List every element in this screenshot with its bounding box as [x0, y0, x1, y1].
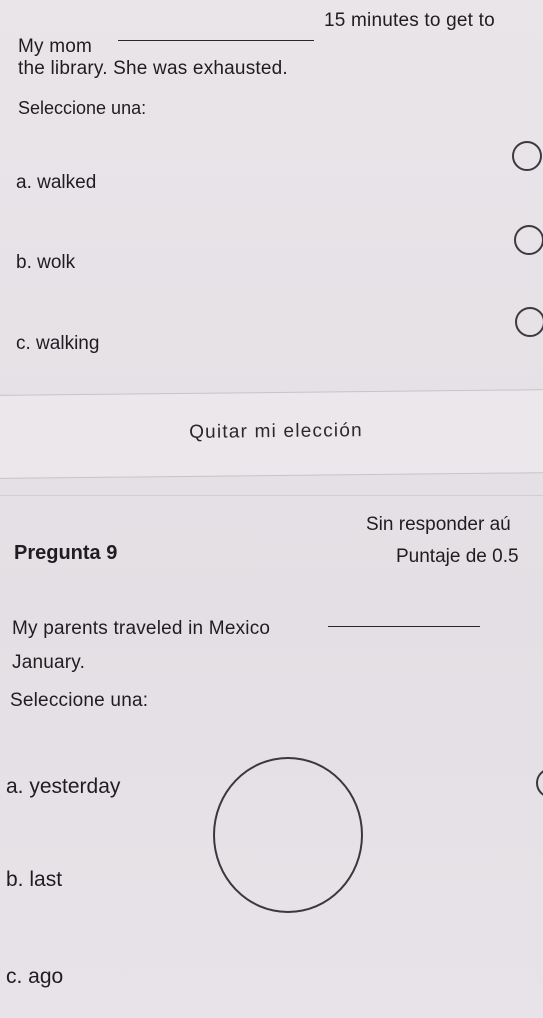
answer-option-label: c. walking — [16, 333, 100, 354]
question-9-text-start: My parents traveled in Mexico — [12, 618, 271, 639]
question-score: Puntaje de 0.5 — [396, 546, 519, 567]
question-title: Pregunta 9 — [14, 542, 118, 564]
answer-option-label: b. last — [6, 868, 63, 891]
question-9-text-line2: January. — [12, 652, 86, 673]
question-9-blank — [328, 626, 480, 627]
answer-option-label: c. ago — [6, 965, 64, 988]
question-8-blank — [118, 40, 314, 41]
question-8-text-after-blank: 15 minutes to get to — [324, 10, 495, 31]
radio-button-c[interactable] — [515, 307, 543, 337]
radio-button-a[interactable] — [512, 141, 542, 171]
answer-option-label: b. wolk — [16, 252, 76, 273]
clear-choice-button[interactable]: Quitar mi elección — [0, 389, 543, 479]
radio-button-b[interactable] — [514, 225, 543, 255]
radio-button-b[interactable] — [213, 757, 363, 913]
question-status: Sin responder aú — [366, 514, 511, 535]
question-8-text-line2: the library. She was exhausted. — [18, 58, 288, 79]
answer-option-label: a. yesterday — [6, 775, 121, 798]
question-9-prompt: Seleccione una: — [10, 690, 149, 711]
quiz-page: My mom 15 minutes to get to the library.… — [0, 0, 543, 1018]
question-8-prompt: Seleccione una: — [18, 98, 147, 118]
question-divider — [0, 495, 543, 496]
radio-button-a[interactable] — [536, 768, 543, 798]
question-8-text-start: My mom — [18, 36, 93, 57]
clear-choice-label: Quitar mi elección — [189, 420, 363, 443]
answer-option-label: a. walked — [16, 172, 97, 193]
